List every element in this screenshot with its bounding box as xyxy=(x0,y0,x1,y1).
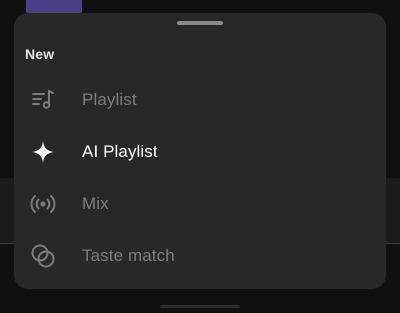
drag-handle[interactable] xyxy=(177,21,223,25)
menu-item-taste-match[interactable]: Taste match xyxy=(14,230,386,282)
sheet-title: New xyxy=(25,46,55,62)
background-tab-indicator xyxy=(26,0,82,13)
playlist-add-icon xyxy=(28,85,58,115)
menu-item-label: Playlist xyxy=(82,90,137,109)
overlapping-circles-icon xyxy=(28,241,58,271)
menu-item-mix[interactable]: Mix xyxy=(14,178,386,230)
menu-item-label: Taste match xyxy=(82,246,175,265)
menu-item-ai-playlist[interactable]: AI Playlist xyxy=(14,126,386,178)
menu-item-label: AI Playlist xyxy=(82,142,158,161)
menu-item-playlist[interactable]: Playlist xyxy=(14,74,386,126)
sparkle-icon xyxy=(28,137,58,167)
menu-item-label: Mix xyxy=(82,194,109,213)
create-new-bottom-sheet: New Playlist AI Playlist Mix Taste match xyxy=(14,13,386,289)
background-scroll-indicator xyxy=(160,305,240,308)
broadcast-icon xyxy=(28,189,58,219)
